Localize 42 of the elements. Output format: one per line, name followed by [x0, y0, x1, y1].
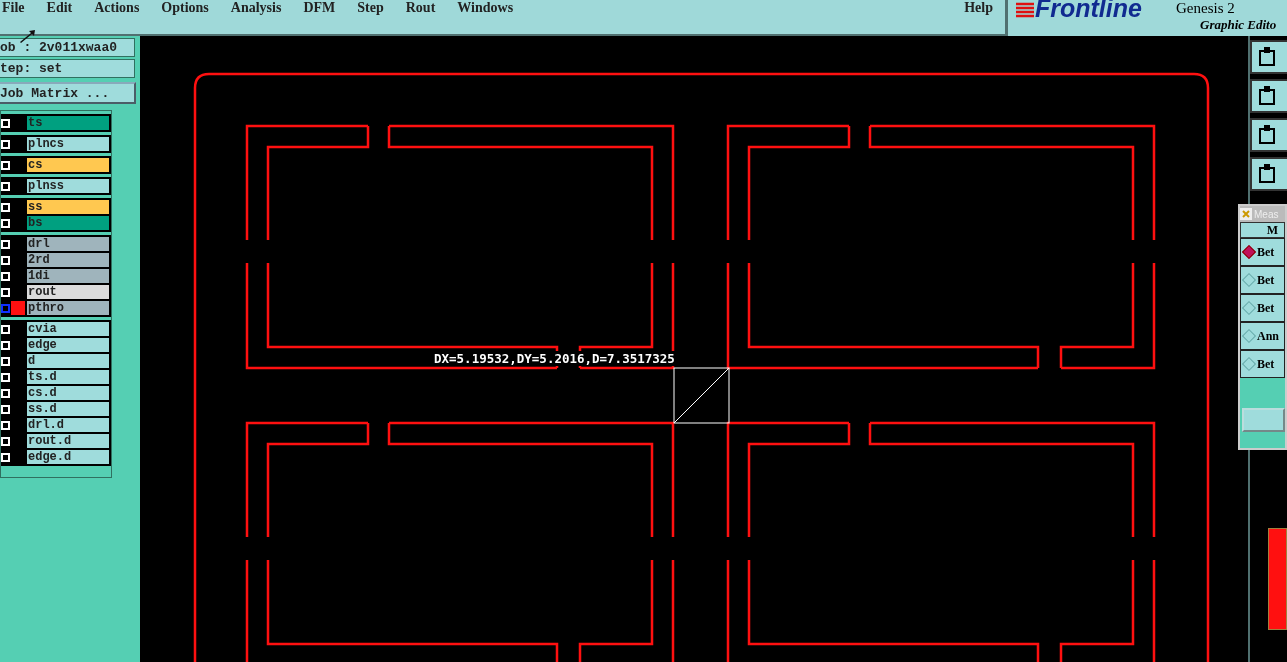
layer-name[interactable]: drl.d — [27, 418, 109, 432]
layer-name[interactable]: d — [27, 354, 109, 368]
layer-name[interactable]: plncs — [27, 137, 109, 151]
layer-name[interactable]: rout — [27, 285, 109, 299]
measure-option[interactable]: Bet — [1240, 294, 1285, 322]
layer-name[interactable]: ts — [27, 116, 109, 130]
job-matrix-button[interactable]: Job Matrix ... — [0, 82, 136, 104]
layer-name[interactable]: ss — [27, 200, 109, 214]
menu-item[interactable]: Analysis — [230, 0, 282, 16]
layer-name[interactable]: ts.d — [27, 370, 109, 384]
layer-name[interactable]: bs — [27, 216, 109, 230]
menu-item[interactable]: File — [2, 0, 25, 16]
layer-name[interactable]: plnss — [27, 179, 109, 193]
menu-item[interactable]: Step — [357, 0, 384, 16]
layer-name[interactable]: 2rd — [27, 253, 109, 267]
help-menu[interactable]: Help — [964, 0, 993, 16]
measure-option[interactable]: Bet — [1240, 238, 1285, 266]
layer-name[interactable]: 1di — [27, 269, 109, 283]
layer-name[interactable]: rout.d — [27, 434, 109, 448]
menu-item[interactable]: Actions — [94, 0, 140, 16]
app-title: Genesis 2 — [1176, 0, 1235, 16]
menu-item[interactable]: Options — [161, 0, 209, 16]
menu-item[interactable]: Windows — [457, 0, 514, 16]
menu-item[interactable]: Edit — [46, 0, 73, 16]
app-subtitle: Graphic Edito — [1200, 17, 1277, 33]
step-field: tep: set — [0, 59, 135, 78]
layer-name[interactable]: cvia — [27, 322, 109, 336]
layer-name[interactable]: cs.d — [27, 386, 109, 400]
measure-option[interactable]: Bet — [1240, 266, 1285, 294]
job-field: ob : 2v011xwaa0 — [0, 38, 135, 57]
layer-name[interactable]: edge.d — [27, 450, 109, 464]
layer-name[interactable]: cs — [27, 158, 109, 172]
measure-option[interactable]: Bet — [1240, 350, 1285, 378]
layer-name[interactable]: pthro — [27, 301, 109, 315]
dialog-header: M — [1240, 222, 1285, 238]
measurement-text: DX=5.19532,DY=5.2016,D=7.3517325 — [433, 351, 675, 366]
layer-name[interactable]: ss.d — [27, 402, 109, 416]
measure-option[interactable]: Ann — [1240, 322, 1285, 350]
layer-name[interactable]: drl — [27, 237, 109, 251]
layer-name[interactable]: edge — [27, 338, 109, 352]
menu-item[interactable]: DFM — [303, 0, 336, 16]
menu-item[interactable]: Rout — [405, 0, 436, 16]
